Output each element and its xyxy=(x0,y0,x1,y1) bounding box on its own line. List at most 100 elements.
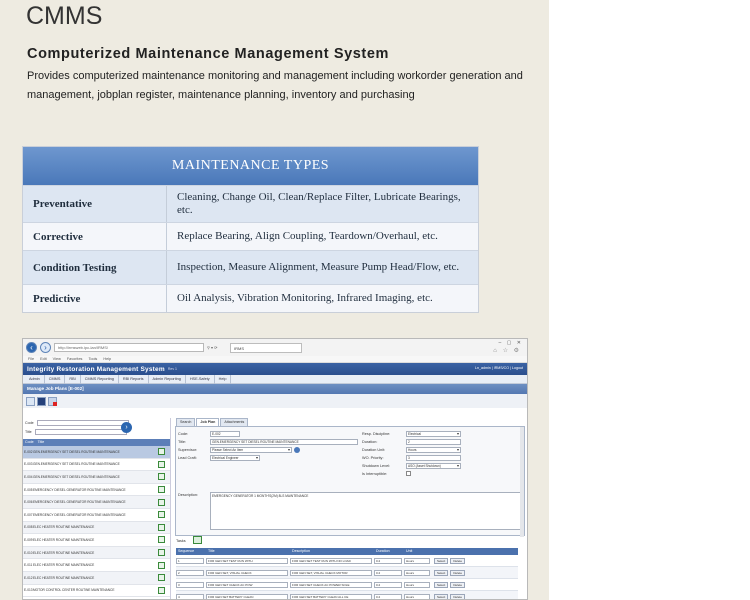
back-icon[interactable]: ‹ xyxy=(26,342,37,353)
nav-item[interactable]: Admin Reporting xyxy=(149,374,186,384)
title-filter-label: Title xyxy=(25,429,32,434)
task-seq-input[interactable]: 4 xyxy=(176,593,204,599)
nav-item[interactable]: HSE-Safety xyxy=(186,374,215,384)
job-plan-list-row[interactable]: E-007 EMERGENCY DIESEL GENERATOR ROUTINE … xyxy=(23,509,170,522)
task-delete-button[interactable]: Delete xyxy=(450,569,466,576)
lead-craft-select[interactable]: Electrical Engineer xyxy=(210,455,260,461)
job-plan-code: E-009 xyxy=(24,537,33,542)
browser-menu-item[interactable]: View xyxy=(53,356,61,362)
code-filter-input[interactable] xyxy=(36,419,129,426)
nav-item[interactable]: CMMS xyxy=(45,374,66,384)
duration-input[interactable]: 2 xyxy=(406,439,461,445)
task-delete-button[interactable]: Delete xyxy=(450,581,466,588)
forward-icon[interactable]: › xyxy=(40,342,51,353)
browser-menu-item[interactable]: Tools xyxy=(88,356,97,362)
browser-menu-item[interactable]: Edit xyxy=(40,356,47,362)
window-controls-icon[interactable]: – ▢ ✕ xyxy=(499,340,523,346)
edit-icon[interactable] xyxy=(158,586,165,594)
nav-item[interactable]: RBI Reports xyxy=(119,374,149,384)
task-desc-input[interactable]: FOR GEN SET BATTERY CLEAN ALL CE xyxy=(290,593,372,599)
task-title-input[interactable]: FOR GEN SET CHECK AC POW xyxy=(206,581,288,588)
task-select-button[interactable]: Select xyxy=(434,557,449,564)
supervisor-lookup-icon[interactable] xyxy=(294,447,300,453)
shutdown-level-select[interactable]: ASO (Asset Shutdown) xyxy=(406,463,461,469)
job-plan-list-row[interactable]: E-003 GEN.EMERGENCY SET DIESEL ROUTINE MA… xyxy=(23,459,170,472)
wo-priority-input[interactable]: 3 xyxy=(406,455,461,461)
task-desc-input[interactable]: FOR GEN SET CHECK AC POWER SOLE xyxy=(290,581,372,588)
job-plan-list-row[interactable]: E-002 GEN.EMERGENCY SET DIESEL ROUTINE MA… xyxy=(23,446,170,459)
job-plan-list-row[interactable]: E-009 ELEC HEATER ROUTINE MAINTENANCE xyxy=(23,534,170,547)
job-plan-list-row[interactable]: E-008 ELEC HEATER ROUTINE MAINTENANCE xyxy=(23,521,170,535)
nav-item[interactable]: CMMS Reporting xyxy=(81,374,119,384)
task-unit-input[interactable]: Hours xyxy=(404,581,430,588)
description-textarea[interactable]: EMERGENCY GENERATOR 1 MONTH'S(2M) 8LS MA… xyxy=(210,492,522,530)
delete-icon[interactable] xyxy=(48,396,57,406)
form-tab[interactable]: Search xyxy=(176,418,196,426)
task-unit-input[interactable]: Hours xyxy=(404,557,430,564)
edit-icon[interactable] xyxy=(158,561,165,569)
task-seq-input[interactable]: 1 xyxy=(176,557,204,564)
resp-discipline-select[interactable]: Electrical xyxy=(406,431,461,437)
task-seq-input[interactable]: 3 xyxy=(176,581,204,588)
edit-icon[interactable] xyxy=(158,523,165,531)
add-task-icon[interactable] xyxy=(193,536,202,544)
edit-icon[interactable] xyxy=(158,486,165,494)
code-input[interactable]: E-002 xyxy=(210,431,240,437)
task-desc-input[interactable]: FOR GEN SET TEST RUN WITH NO LOAD xyxy=(290,557,372,564)
nav-item[interactable]: Help xyxy=(215,374,232,384)
job-plan-list-row[interactable]: E-013 MOTOR CONTROL CENTER ROUTINE MAINTE… xyxy=(23,585,170,598)
edit-icon[interactable] xyxy=(158,460,165,468)
edit-icon[interactable] xyxy=(158,473,165,481)
edit-icon[interactable] xyxy=(158,511,165,519)
user-links[interactable]: Ln_admin | IRMS/CO | Logout xyxy=(475,366,523,370)
browser-menu-item[interactable]: Help xyxy=(103,356,111,362)
app-title: Integrity Restoration Management System xyxy=(27,365,165,373)
browser-home-star-gear-icons[interactable]: ⌂ ☆ ⚙ xyxy=(493,347,521,354)
nav-item[interactable]: RBI xyxy=(65,374,81,384)
edit-icon[interactable] xyxy=(158,549,165,557)
task-dur-input[interactable]: 0.2 xyxy=(374,593,402,599)
supervisor-select[interactable]: Please Select An Item xyxy=(210,447,292,453)
task-desc-input[interactable]: FOR GEN SET, VISUAL CHECK MOTOR xyxy=(290,569,372,576)
title-filter-input[interactable] xyxy=(34,428,127,435)
job-plan-list-row[interactable]: E-011 ELEC HEATER ROUTINE MAINTENANCE xyxy=(23,559,170,572)
save-icon[interactable] xyxy=(37,396,46,406)
task-dur-input[interactable]: 0.2 xyxy=(374,581,402,588)
task-select-button[interactable]: Select xyxy=(434,569,449,576)
job-plan-list-row[interactable]: E-010 ELEC HEATER ROUTINE MAINTENANCE xyxy=(23,546,170,560)
job-plan-list-row[interactable]: E-004 GEN.EMERGENCY SET DIESEL ROUTINE MA… xyxy=(23,471,170,484)
browser-menu-item[interactable]: File xyxy=(28,356,34,362)
task-title-input[interactable]: FOR GEN SET TEST RUN WITH xyxy=(206,557,288,564)
form-scrollbar[interactable] xyxy=(520,427,524,537)
task-unit-input[interactable]: Hours xyxy=(404,593,430,599)
form-tab[interactable]: Job Plan xyxy=(196,418,220,426)
edit-icon[interactable] xyxy=(158,536,165,544)
task-select-button[interactable]: Select xyxy=(434,593,449,599)
task-dur-input[interactable]: 0.2 xyxy=(374,557,402,564)
interruptible-checkbox[interactable] xyxy=(406,471,411,476)
job-plan-list-row[interactable]: E-012 ELEC HEATER ROUTINE MAINTENANCE xyxy=(23,571,170,585)
task-delete-button[interactable]: Delete xyxy=(450,593,466,599)
new-icon[interactable] xyxy=(26,396,35,406)
task-delete-button[interactable]: Delete xyxy=(450,557,466,564)
task-seq-input[interactable]: 2 xyxy=(176,569,204,576)
edit-icon[interactable] xyxy=(158,574,165,582)
title-input[interactable]: GEN.EMERGENCY SET DIESEL ROUTINE MAINTEN… xyxy=(210,439,358,445)
task-unit-input[interactable]: Hours xyxy=(404,569,430,576)
edit-icon[interactable] xyxy=(158,498,165,506)
job-plan-list-row[interactable]: E-005 EMERGENCY DIESEL GENERATOR ROUTINE … xyxy=(23,484,170,497)
address-tools-icon[interactable]: ⚲ ▾ ⟳ xyxy=(207,345,227,350)
task-title-input[interactable]: FOR GEN SET BATTERY CLEAN xyxy=(206,593,288,599)
nav-item[interactable]: Admin xyxy=(25,374,45,384)
task-select-button[interactable]: Select xyxy=(434,581,449,588)
duration-unit-select[interactable]: Hours xyxy=(406,447,461,453)
task-title-input[interactable]: FOR GEN SET, VISUAL CHECK xyxy=(206,569,288,576)
form-tab[interactable]: Attachments xyxy=(220,418,249,426)
job-plan-list-row[interactable]: E-006 EMERGENCY DIESEL GENERATOR ROUTINE … xyxy=(23,496,170,509)
browser-tab[interactable]: IRMS xyxy=(230,342,302,353)
address-bar[interactable]: http://irmsweb.ipc-lan/IRMS/ xyxy=(54,343,204,352)
search-go-icon[interactable]: › xyxy=(121,422,132,433)
edit-icon[interactable] xyxy=(158,448,165,456)
task-dur-input[interactable]: 0.2 xyxy=(374,569,402,576)
browser-menu-item[interactable]: Favorites xyxy=(67,356,83,362)
